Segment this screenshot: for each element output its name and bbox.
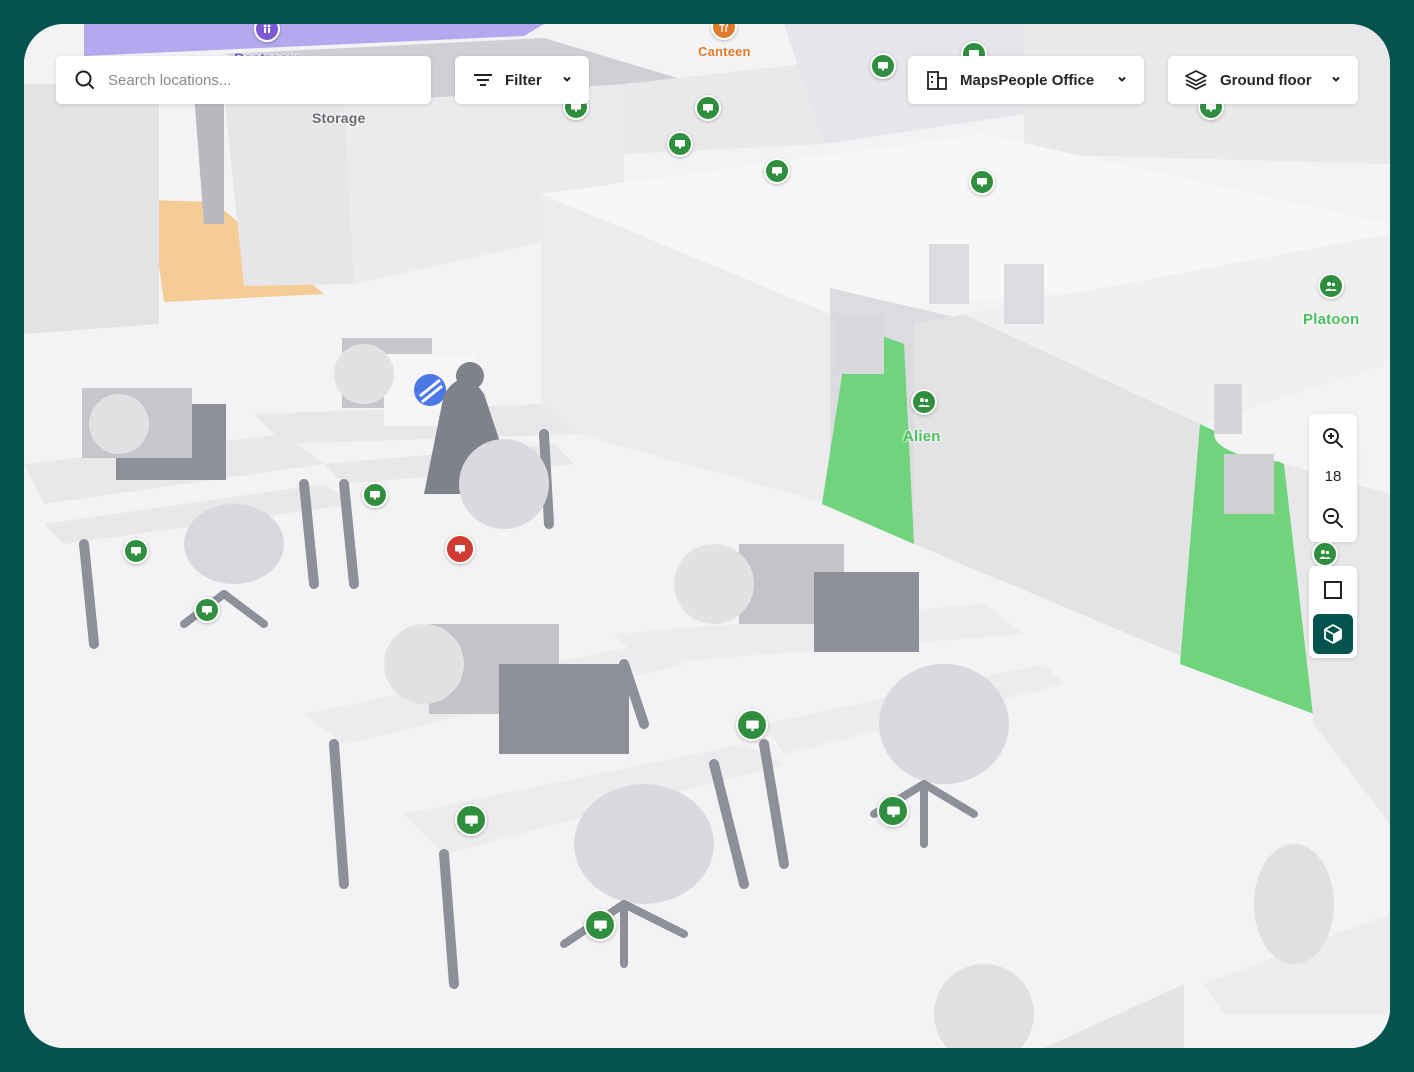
desk-pin[interactable] [764, 158, 790, 184]
meeting-room-pin-platoon[interactable] [1318, 273, 1344, 299]
monitor-icon [131, 547, 141, 556]
desk-pin[interactable] [455, 804, 487, 836]
chevron-down-icon [1118, 76, 1126, 82]
view-mode-controls [1309, 566, 1357, 658]
map-viewport[interactable]: Restroom Canteen Storage Alien Platoon S… [24, 24, 1390, 1048]
meeting-room-pin[interactable] [1312, 541, 1338, 567]
view-2d-button[interactable] [1313, 570, 1353, 610]
chevron-down-icon [1332, 76, 1340, 82]
monitor-icon [772, 167, 782, 176]
filter-label: Filter [505, 71, 542, 89]
monitor-icon [370, 491, 380, 500]
map-canvas[interactable] [24, 24, 1390, 1048]
restroom-icon [263, 24, 271, 33]
building-icon [927, 71, 947, 90]
cube-icon [1324, 624, 1342, 644]
meeting-room-pin-alien[interactable] [911, 389, 937, 415]
people-icon [1319, 550, 1331, 559]
canteen-label: Canteen [698, 44, 751, 59]
search-input[interactable]: Search locations... [108, 72, 231, 89]
zoom-out-button[interactable] [1321, 506, 1345, 530]
monitor-icon [703, 104, 713, 113]
desk-pin[interactable] [870, 53, 896, 79]
storage-label: Storage [312, 110, 366, 126]
monitor-icon [675, 140, 685, 149]
desk-pin[interactable] [695, 95, 721, 121]
alien-label: Alien [903, 428, 941, 445]
desk-pin[interactable] [194, 597, 220, 623]
platoon-label: Platoon [1303, 311, 1360, 328]
monitor-icon [593, 920, 607, 931]
desk-pin[interactable] [736, 709, 768, 741]
desk-pin[interactable] [123, 538, 149, 564]
occupied-desk-pin[interactable] [445, 534, 475, 564]
monitor-icon [464, 815, 478, 826]
floor-label: Ground floor [1220, 71, 1312, 89]
chevron-down-icon [563, 76, 571, 82]
filter-button[interactable]: Filter [455, 56, 589, 104]
zoom-level: 18 [1324, 468, 1342, 485]
monitor-icon [202, 606, 212, 615]
venue-selector[interactable]: MapsPeople Office [908, 56, 1144, 104]
monitor-icon [455, 545, 465, 554]
filter-icon [474, 74, 492, 86]
search-bar[interactable]: Search locations... [56, 56, 431, 104]
cutlery-icon [719, 24, 729, 32]
monitor-icon [878, 62, 888, 71]
zoom-controls: 18 [1309, 414, 1357, 542]
zoom-in-icon [1323, 428, 1343, 448]
people-icon [918, 398, 930, 407]
zoom-out-icon [1323, 508, 1343, 528]
view-3d-button[interactable] [1313, 614, 1353, 654]
desk-pin[interactable] [667, 131, 693, 157]
desk-pin[interactable] [969, 169, 995, 195]
zoom-in-button[interactable] [1321, 426, 1345, 450]
venue-label: MapsPeople Office [960, 71, 1095, 89]
desk-pin[interactable] [877, 795, 909, 827]
square-icon [1324, 581, 1342, 599]
monitor-icon [886, 806, 900, 817]
monitor-icon [745, 720, 759, 731]
people-icon [1325, 282, 1337, 291]
monitor-icon [977, 178, 987, 187]
search-icon [75, 70, 94, 89]
desk-pin[interactable] [362, 482, 388, 508]
floor-selector[interactable]: Ground floor [1168, 56, 1358, 104]
desk-pin[interactable] [584, 909, 616, 941]
layers-icon [1185, 70, 1207, 90]
